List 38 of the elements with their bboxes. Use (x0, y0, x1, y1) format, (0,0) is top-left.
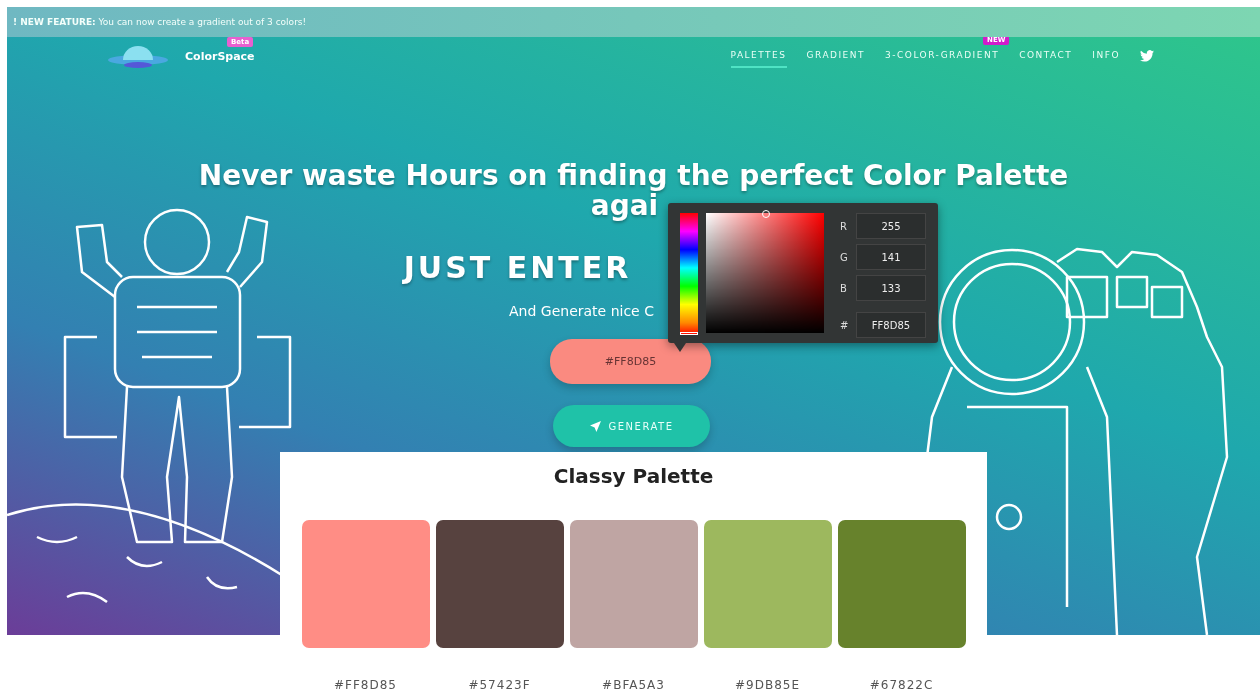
channel-label: B (840, 282, 848, 294)
color-area[interactable] (705, 213, 824, 333)
bird-icon[interactable] (1140, 50, 1154, 62)
nav-tab[interactable]: GRADIENT (806, 44, 866, 68)
channel-input[interactable]: FF8D85 (856, 312, 926, 338)
brand-name[interactable]: ColorSpace (185, 49, 255, 63)
hex-code: #BFA5A3 (602, 678, 665, 692)
color-swatch[interactable] (837, 520, 966, 648)
channel-input[interactable]: 141 (856, 244, 926, 270)
channel-input[interactable]: 255 (856, 213, 926, 239)
channel-label: R (840, 220, 848, 232)
hue-slider[interactable] (680, 213, 698, 335)
color-swatch[interactable] (703, 520, 832, 648)
channel-input[interactable]: 133 (856, 275, 926, 301)
color-input[interactable]: #FF8D85 (550, 339, 711, 384)
color-swatch[interactable] (301, 520, 430, 648)
feature-announcement: ! NEW FEATURE: You can now create a gradient out of 3 colors! (13, 17, 307, 27)
hero-subtitle: And Generate nice C (509, 303, 654, 319)
nav-tab[interactable]: 3-COLOR-GRADIENT (885, 44, 1000, 68)
generate-button[interactable]: GENERATE (553, 405, 710, 447)
hex-code: #FF8D85 (334, 678, 397, 692)
nav-tab[interactable]: PALETTES (730, 44, 787, 68)
color-swatch[interactable] (569, 520, 698, 648)
nav-tab[interactable]: INFO (1092, 44, 1120, 68)
hero-heading: agai (590, 191, 659, 221)
rocket-icon (589, 420, 601, 432)
hex-code: #57423F (468, 678, 531, 692)
nav-tab[interactable]: CONTACT (1019, 44, 1073, 68)
channel-label: # (840, 319, 850, 331)
hue-thumb[interactable] (680, 332, 698, 335)
hero-tagline: JUST ENTER (403, 250, 632, 285)
planet-logo-icon (107, 43, 169, 69)
hex-code: #9DB85E (735, 678, 800, 692)
palette-title: Classy Palette (552, 464, 715, 490)
hex-code: #67822C (869, 678, 934, 692)
channel-label: G (840, 251, 849, 263)
hero-heading: Never waste Hours on finding the perfect Color Palette (198, 161, 1069, 191)
color-swatch[interactable] (435, 520, 564, 648)
